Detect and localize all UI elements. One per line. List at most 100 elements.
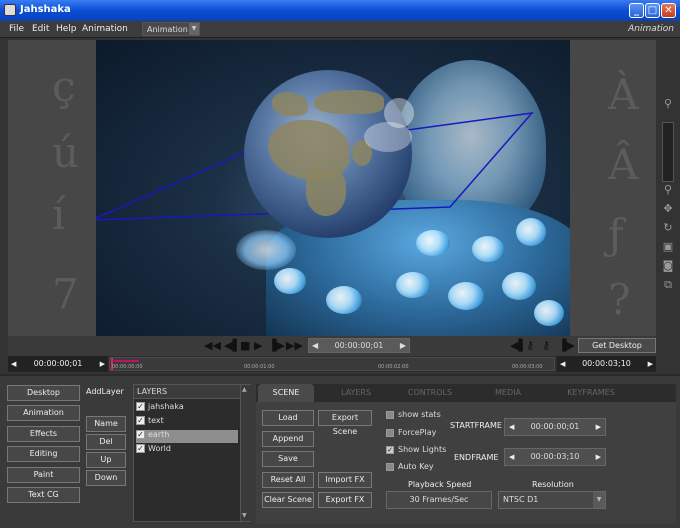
show-stats-checkbox[interactable]: [386, 410, 394, 419]
layer-visible-checkbox[interactable]: ✓: [136, 444, 145, 453]
resolution-select[interactable]: NTSC D1 ▼: [498, 491, 606, 509]
close-button[interactable]: ✕: [661, 3, 676, 18]
menu-animation[interactable]: Animation: [82, 24, 128, 34]
export-scene-button[interactable]: Export Scene: [318, 410, 372, 436]
key-remove-icon[interactable]: ⚷: [542, 339, 550, 352]
startframe-field[interactable]: ◀ 00:00:00;01 ▶: [504, 418, 606, 436]
scroll-down-icon[interactable]: ▼: [242, 512, 250, 520]
mode-select[interactable]: Animation ▼: [142, 22, 200, 36]
layers-view-icon[interactable]: ▣: [661, 240, 675, 254]
end-increment-icon[interactable]: ▶: [648, 356, 653, 372]
show-lights-option[interactable]: ✓ Show Lights: [386, 445, 446, 454]
layer-name: text: [148, 416, 164, 425]
layer-row[interactable]: ✓ World: [136, 444, 250, 457]
layer-up-button[interactable]: Up: [86, 452, 126, 468]
start-time-field[interactable]: ◀ 00:00:00;01 ▶: [8, 356, 108, 372]
module-effects-button[interactable]: Effects: [7, 426, 80, 442]
start-increment-icon[interactable]: ▶: [100, 356, 105, 372]
layers-scrollbar[interactable]: ▲ ▼: [240, 385, 251, 521]
import-fx-button[interactable]: Import FX: [318, 472, 372, 488]
module-paint-button[interactable]: Paint: [7, 467, 80, 483]
load-button[interactable]: Load: [262, 410, 314, 426]
layer-row[interactable]: ✓ text: [136, 416, 250, 429]
bg-glyph: í: [52, 190, 66, 239]
tab-layers[interactable]: LAYERS: [328, 384, 384, 402]
layer-name: World: [148, 444, 171, 453]
tab-scene[interactable]: SCENE: [258, 384, 314, 402]
layer-row-selected[interactable]: ✓ earth: [136, 430, 250, 443]
show-stats-option[interactable]: show stats: [386, 410, 441, 419]
move-icon[interactable]: ✥: [661, 202, 675, 216]
startframe-increment-icon[interactable]: ▶: [596, 419, 601, 435]
app-icon: [4, 4, 16, 16]
auto-key-checkbox[interactable]: [386, 462, 394, 471]
reset-all-button[interactable]: Reset All: [262, 472, 314, 488]
module-desktop-button[interactable]: Desktop: [7, 385, 80, 401]
forceplay-checkbox[interactable]: [386, 428, 394, 437]
step-forward-icon[interactable]: ▐▶: [268, 339, 285, 352]
zoom-slider[interactable]: [662, 122, 674, 182]
minimize-button[interactable]: _: [629, 3, 644, 18]
append-button[interactable]: Append: [262, 431, 314, 447]
play-icon[interactable]: ▶: [254, 339, 262, 352]
stop-icon[interactable]: ■: [240, 339, 250, 352]
startframe-value: 00:00:00;01: [530, 422, 580, 431]
title-bar: Jahshaka _ □ ✕: [0, 0, 680, 21]
show-lights-checkbox[interactable]: ✓: [386, 445, 394, 454]
layer-name: jahshaka: [148, 402, 184, 411]
playback-speed-label: Playback Speed: [408, 480, 472, 489]
copy-icon[interactable]: ⧉: [661, 278, 675, 292]
time-increment-icon[interactable]: ▶: [400, 339, 406, 353]
tab-media[interactable]: MEDIA: [480, 384, 536, 402]
end-time-field[interactable]: ◀ 00:00:03;10 ▶: [557, 356, 656, 372]
camera-icon[interactable]: ◙: [661, 259, 675, 273]
layer-name-button[interactable]: Name: [86, 416, 126, 432]
prev-key-icon[interactable]: ◀▌: [510, 339, 527, 352]
endframe-label: ENDFRAME: [454, 453, 499, 462]
clear-scene-button[interactable]: Clear Scene: [262, 492, 314, 508]
menu-help[interactable]: Help: [56, 24, 77, 34]
endframe-decrement-icon[interactable]: ◀: [509, 449, 514, 465]
scroll-up-icon[interactable]: ▲: [242, 386, 250, 394]
current-time-field[interactable]: ◀ 00:00:00;01 ▶: [308, 338, 410, 353]
start-decrement-icon[interactable]: ◀: [11, 356, 16, 372]
layer-down-button[interactable]: Down: [86, 470, 126, 486]
startframe-decrement-icon[interactable]: ◀: [509, 419, 514, 435]
layer-del-button[interactable]: Del: [86, 434, 126, 450]
window-title: Jahshaka: [20, 4, 71, 15]
key-add-icon[interactable]: ⚷: [526, 339, 534, 352]
end-decrement-icon[interactable]: ◀: [560, 356, 565, 372]
export-fx-button[interactable]: Export FX: [318, 492, 372, 508]
save-button[interactable]: Save: [262, 451, 314, 467]
maximize-button[interactable]: □: [645, 3, 660, 18]
layer-visible-checkbox[interactable]: ✓: [136, 430, 145, 439]
endframe-field[interactable]: ◀ 00:00:03;10 ▶: [504, 448, 606, 466]
fast-forward-icon[interactable]: ▶▶: [286, 339, 303, 352]
layer-visible-checkbox[interactable]: ✓: [136, 416, 145, 425]
module-animation-button[interactable]: Animation: [7, 405, 80, 421]
auto-key-option[interactable]: Auto Key: [386, 462, 434, 471]
add-layer-button[interactable]: AddLayer: [86, 387, 124, 396]
playback-speed-select[interactable]: 30 Frames/Sec: [386, 491, 492, 509]
module-textcg-button[interactable]: Text CG: [7, 487, 80, 503]
rewind-icon[interactable]: ◀◀: [204, 339, 221, 352]
layer-row[interactable]: ✓ jahshaka: [136, 402, 250, 415]
step-back-icon[interactable]: ◀▌: [224, 339, 241, 352]
bg-glyph: ç: [52, 62, 76, 111]
next-key-icon[interactable]: ▐▶: [558, 339, 575, 352]
viewport[interactable]: ç ú í 7 À Â ƒ ?: [8, 40, 656, 336]
tab-keyframes[interactable]: KEYFRAMES: [556, 384, 626, 402]
forceplay-option[interactable]: ForcePlay: [386, 428, 436, 437]
endframe-increment-icon[interactable]: ▶: [596, 449, 601, 465]
module-editing-button[interactable]: Editing: [7, 446, 80, 462]
time-decrement-icon[interactable]: ◀: [312, 339, 318, 353]
zoom-out-icon[interactable]: ⚲: [661, 183, 675, 197]
zoom-in-icon[interactable]: ⚲: [661, 97, 675, 111]
menu-edit[interactable]: Edit: [32, 24, 49, 34]
menu-file[interactable]: File: [9, 24, 24, 34]
tab-controls[interactable]: CONTROLS: [402, 384, 458, 402]
rotate-icon[interactable]: ↻: [661, 221, 675, 235]
layer-visible-checkbox[interactable]: ✓: [136, 402, 145, 411]
timeline-ruler[interactable]: 00:00:00:00 00:00:01:00 00:00:02:00 00:0…: [109, 357, 555, 371]
get-desktop-button[interactable]: Get Desktop: [578, 338, 656, 353]
